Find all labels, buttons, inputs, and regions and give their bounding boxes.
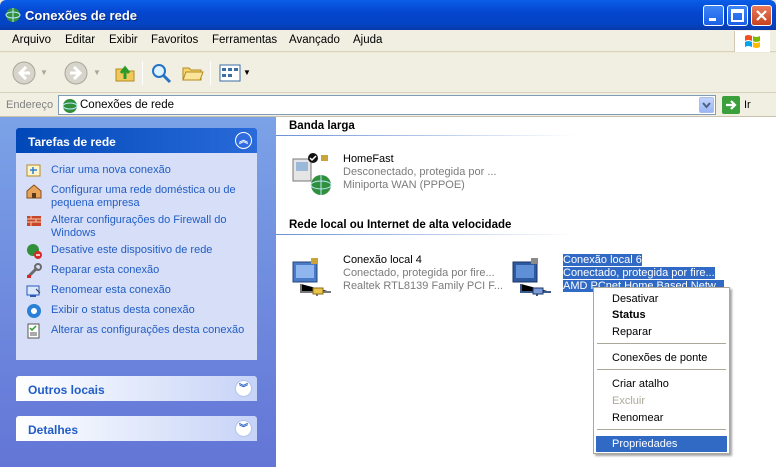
folders-icon[interactable] — [181, 61, 205, 85]
menu-item-disable[interactable]: Desativar — [596, 291, 727, 307]
connection-device: Miniporta WAN (PPPOE) — [343, 179, 465, 191]
connection-name: Conexão local 6 — [563, 254, 642, 266]
menu-separator — [597, 343, 726, 344]
close-icon — [756, 10, 767, 21]
connection-homefast[interactable]: HomeFast Desconectado, protegida por ...… — [291, 153, 511, 197]
lan-connection-icon — [512, 258, 551, 296]
connection-status: Conectado, protegida por fire... — [563, 267, 715, 279]
go-button-label[interactable]: Ir — [744, 99, 751, 111]
details-header[interactable]: Detalhes ︾ — [16, 416, 257, 441]
menu-bar: Arquivo Editar Exibir Favoritos Ferramen… — [0, 30, 776, 52]
menu-item-delete: Excluir — [612, 395, 646, 407]
menu-item-create-shortcut[interactable]: Criar atalho — [596, 376, 727, 392]
back-icon[interactable] — [12, 61, 36, 85]
go-arrow-icon[interactable] — [722, 96, 740, 114]
connection-status: Desconectado, protegida por ... — [343, 166, 497, 178]
window-title: Conexões de rede — [25, 8, 137, 23]
disable-device-icon — [27, 244, 42, 259]
rename-icon — [26, 285, 41, 297]
menu-favoritos[interactable]: Favoritos — [151, 34, 198, 46]
connection-local-4[interactable]: Conexão local 4 Conectado, protegida por… — [291, 254, 511, 298]
menu-ajuda[interactable]: Ajuda — [353, 34, 382, 46]
menu-item-properties[interactable]: Propriedades — [596, 436, 727, 452]
views-icon[interactable] — [218, 61, 242, 85]
properties-icon — [27, 323, 40, 339]
up-folder-icon[interactable] — [113, 61, 137, 85]
menu-item-rename[interactable]: Renomear — [596, 410, 727, 426]
menu-separator — [597, 369, 726, 370]
collapse-icon[interactable]: ︽ — [235, 132, 252, 149]
section-divider — [276, 234, 576, 235]
minimize-button[interactable] — [703, 5, 724, 26]
section-title-broadband: Banda larga — [289, 120, 355, 132]
address-label: Endereço — [6, 99, 54, 111]
network-tasks-panel: Criar uma nova conexão Configurar uma re… — [16, 153, 257, 360]
minimize-icon — [709, 18, 716, 21]
expand-icon[interactable]: ︾ — [235, 420, 252, 437]
menu-arquivo[interactable]: Arquivo — [12, 34, 51, 46]
other-places-header[interactable]: Outros locais ︾ — [16, 376, 257, 401]
toolbar-separator — [210, 61, 211, 85]
forward-dropdown-icon[interactable]: ▼ — [93, 68, 101, 77]
title-bar[interactable]: Conexões de rede — [0, 0, 776, 30]
address-bar: Endereço Conexões de rede Ir — [0, 93, 776, 117]
network-tasks-title: Tarefas de rede — [28, 135, 116, 149]
forward-icon[interactable] — [64, 61, 88, 85]
firewall-icon — [27, 216, 41, 226]
repair-icon — [27, 263, 42, 278]
network-tasks-header[interactable]: Tarefas de rede ︽ — [16, 128, 257, 153]
menu-item-repair[interactable]: Reparar — [596, 324, 727, 340]
chevron-down-icon — [702, 102, 711, 109]
views-dropdown-icon[interactable]: ▼ — [243, 68, 251, 77]
section-title-lan: Rede local ou Internet de alta velocidad… — [289, 219, 512, 231]
broadband-connection-icon — [292, 153, 332, 195]
close-button[interactable] — [751, 5, 772, 26]
status-icon — [27, 304, 41, 318]
connection-name: HomeFast — [343, 153, 394, 165]
lan-connection-icon — [292, 258, 331, 296]
network-connections-icon — [5, 8, 21, 22]
home-network-icon — [26, 184, 42, 199]
menu-item-status[interactable]: Status — [596, 307, 727, 323]
search-icon[interactable] — [149, 61, 173, 85]
other-places-title: Outros locais — [28, 383, 105, 397]
expand-icon[interactable]: ︾ — [235, 380, 252, 397]
windows-logo — [734, 31, 770, 52]
menu-ferramentas[interactable]: Ferramentas — [212, 34, 277, 46]
menu-editar[interactable]: Editar — [65, 34, 95, 46]
toolbar: ▼ ▼ ▼ — [0, 53, 776, 93]
section-divider — [276, 135, 576, 136]
toolbar-separator — [142, 61, 143, 85]
new-connection-icon — [26, 164, 41, 177]
connection-device: Realtek RTL8139 Family PCI F... — [343, 280, 503, 292]
menu-item-bridge-connections[interactable]: Conexões de ponte — [596, 350, 727, 366]
context-menu: Desativar Status Reparar Conexões de pon… — [593, 287, 730, 454]
windows-flag-icon — [745, 35, 760, 48]
menu-avancado[interactable]: Avançado — [289, 34, 340, 46]
maximize-button[interactable] — [727, 5, 748, 26]
address-field[interactable]: Conexões de rede — [58, 95, 716, 115]
menu-separator — [597, 429, 726, 430]
network-connections-icon — [62, 99, 78, 113]
connection-name: Conexão local 4 — [343, 254, 422, 266]
address-text: Conexões de rede — [80, 99, 174, 111]
menu-exibir[interactable]: Exibir — [109, 34, 138, 46]
connection-status: Conectado, protegida por fire... — [343, 267, 495, 279]
back-dropdown-icon[interactable]: ▼ — [40, 68, 48, 77]
right-edge — [772, 117, 776, 467]
address-dropdown-button[interactable] — [699, 97, 714, 113]
maximize-icon — [731, 9, 744, 22]
details-title: Detalhes — [28, 423, 79, 437]
